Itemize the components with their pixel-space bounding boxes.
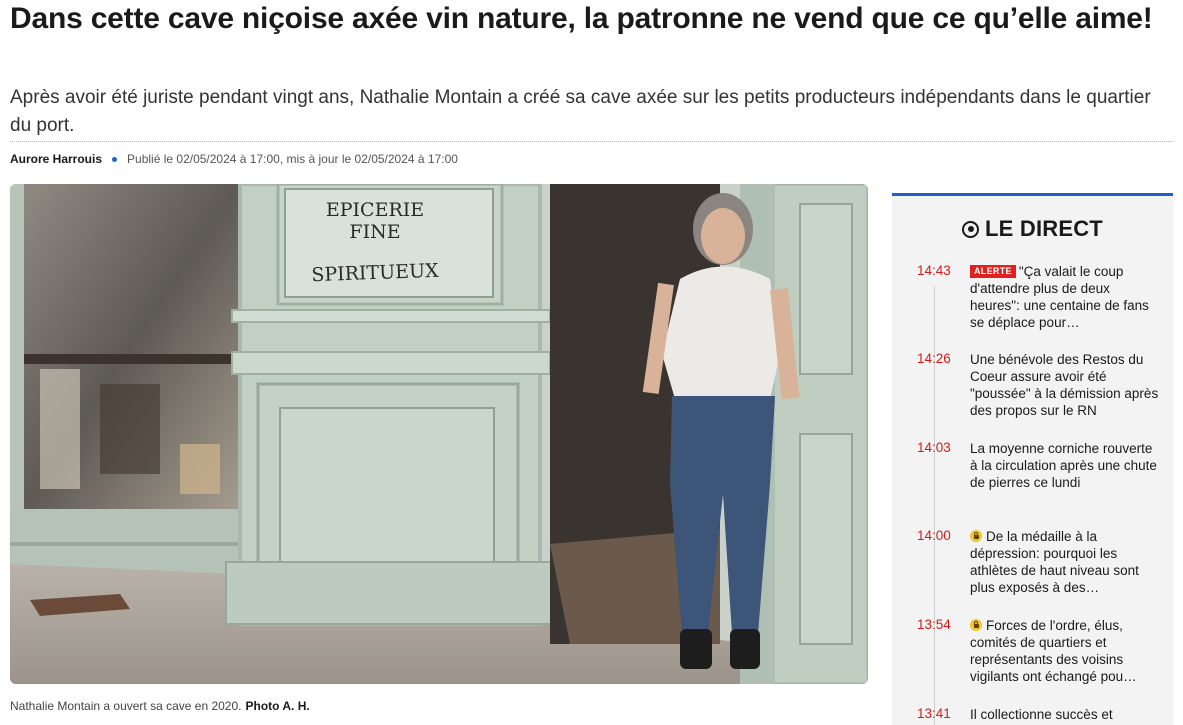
live-item-time: 14:26 [917, 351, 951, 366]
article-subtitle: Après avoir été juriste pendant vingt an… [10, 87, 1151, 136]
sign-text-spiritueux: SPIRITUEUX [311, 260, 439, 286]
live-item-time: 14:43 [917, 263, 951, 278]
premium-lock-icon [970, 530, 982, 542]
author-link[interactable]: Aurore Harrouis [10, 152, 102, 166]
live-feed-panel: LE DIRECT 14:43 ALERTE "Ça valait le coup… [892, 193, 1173, 725]
alert-badge: ALERTE [970, 265, 1016, 278]
live-icon [962, 220, 980, 238]
live-item-text: Forces de l'ordre, élus, comités de quar… [970, 618, 1137, 684]
publication-date: Publié le 02/05/2024 à 17:00, mis à jour… [127, 152, 458, 166]
divider [10, 141, 1173, 142]
live-item-text: La moyenne corniche rouverte à la circul… [970, 441, 1157, 490]
live-item-text: Il collectionne succès et polémiques: qu… [970, 707, 1129, 725]
live-item-time: 13:54 [917, 617, 951, 632]
live-item-text: ALERTE "Ça valait le coup d'attendre plus… [970, 264, 1149, 330]
live-item-time: 14:03 [917, 440, 951, 455]
live-item-text: Une bénévole des Restos du Coeur assure … [970, 352, 1159, 418]
live-feed-header[interactable]: LE DIRECT [892, 214, 1173, 244]
live-feed-title: LE DIRECT [985, 216, 1103, 241]
photo-caption: Nathalie Montain a ouvert sa cave en 202… [10, 699, 310, 713]
caption-text: Nathalie Montain a ouvert sa cave en 202… [10, 699, 242, 713]
live-item-time: 13:41 [917, 706, 951, 721]
sign-text-fine: FINE [349, 221, 400, 243]
premium-lock-icon [970, 619, 982, 631]
live-item-time: 14:00 [917, 528, 951, 543]
separator-dot [112, 156, 118, 162]
article-photo[interactable]: EPICERIE FINE SPIRITUEUX [10, 184, 868, 684]
storefront-illustration: EPICERIE FINE SPIRITUEUX [10, 184, 868, 684]
live-item-text: De la médaille à la dépression: pourquoi… [970, 529, 1139, 595]
photo-credit: Photo A. H. [245, 699, 310, 713]
byline: Aurore Harrouis Publié le 02/05/2024 à 1… [10, 151, 458, 167]
article-headline: Dans cette cave niçoise axée vin nature,… [10, 2, 1153, 35]
sign-text-epicerie: EPICERIE [326, 199, 424, 221]
